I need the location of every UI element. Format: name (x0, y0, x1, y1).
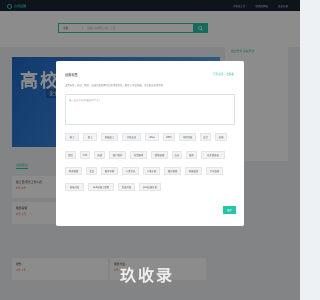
tag-option[interactable]: 物流管理 (65, 167, 82, 175)
tag-option[interactable]: 会计 (200, 133, 211, 141)
tag-option[interactable]: 施工 (65, 133, 79, 141)
modal-title: 设置标签 (65, 73, 78, 77)
tag-option[interactable]: 酒店管理 (164, 167, 181, 175)
tag-option[interactable]: web前端工程师 (88, 183, 114, 191)
modal-description: 设置标签，自动、精准、高效匹配招聘岗位和求职信息，推荐工作更准确，企业更容易找到… (65, 84, 164, 87)
tag-option[interactable]: CTA (80, 151, 90, 159)
confirm-button[interactable]: 确定 (223, 206, 236, 214)
set-tags-modal: 设置标签 已有标签，去看看 设置标签，自动、精准、高效匹配招聘岗位和求职信息，推… (56, 61, 244, 226)
tag-option[interactable]: 司机驾驶 (179, 133, 196, 141)
tag-option[interactable]: 出纳 (215, 133, 227, 141)
tag-option[interactable]: 仓库管理员 (201, 151, 225, 159)
tag-option[interactable]: 行政文员 (122, 133, 141, 141)
tag-option[interactable]: java后端开发 (139, 183, 161, 191)
textarea-placeholder: 输入自定义标签(最多20个字) (69, 99, 100, 102)
tag-option[interactable]: 店长 (172, 151, 182, 159)
tag-option[interactable]: 汽车维修 (206, 167, 223, 175)
tag-option[interactable]: 保洁 (65, 151, 76, 159)
tag-option[interactable]: 文案 (86, 167, 97, 175)
tag-option[interactable]: 销售助理 (151, 151, 168, 159)
tag-option[interactable]: 外贸跟单 (130, 151, 147, 159)
tag-option[interactable]: 人事主管 (143, 167, 160, 175)
skip-link[interactable]: 已有标签，去看看 (213, 72, 234, 76)
tag-option[interactable]: 客户维护 (109, 151, 126, 159)
tag-option[interactable]: 服务 (186, 151, 197, 159)
tag-option[interactable]: office (145, 133, 159, 141)
tag-option[interactable]: 人事专员 (122, 167, 139, 175)
tag-option[interactable]: 机械加工 (101, 133, 118, 141)
tag-option[interactable]: 服务导购 (101, 167, 118, 175)
tag-option[interactable]: 前端开发 (65, 183, 84, 191)
tag-option[interactable]: 仓储 (94, 151, 105, 159)
watermark: 玖收录 (120, 268, 175, 285)
custom-tag-textarea[interactable]: 输入自定义标签(最多20个字) (65, 94, 235, 125)
tag-option[interactable]: 机械维修 (185, 167, 202, 175)
tag-option[interactable]: WPS (163, 133, 175, 141)
tag-option[interactable]: 后端开发 (118, 183, 135, 191)
tag-option[interactable]: 普工 (83, 133, 97, 141)
